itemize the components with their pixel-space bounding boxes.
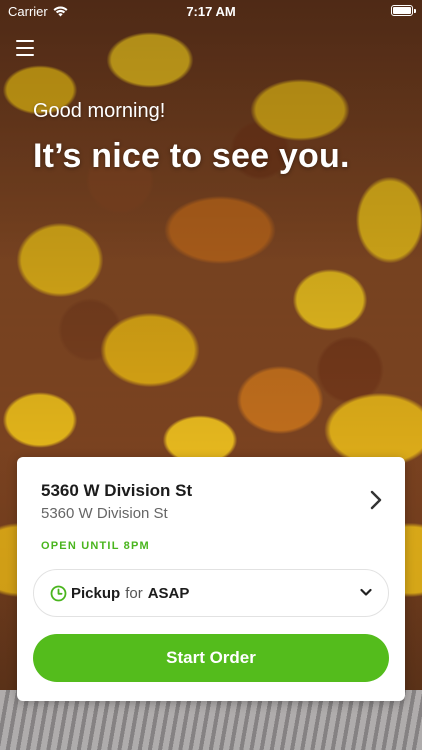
menu-line (16, 40, 34, 42)
pickup-time-selector[interactable]: Pickup for ASAP (33, 569, 389, 617)
battery-icon (391, 5, 416, 16)
location-card: 5360 W Division St 5360 W Division St OP… (17, 457, 405, 701)
start-order-button[interactable]: Start Order (33, 634, 389, 682)
store-hours-status: OPEN UNTIL 8PM (41, 540, 150, 552)
order-connector-label: for (125, 584, 143, 602)
chevron-right-icon[interactable] (369, 489, 383, 511)
battery-level (393, 7, 411, 14)
order-time-label: ASAP (147, 584, 190, 602)
status-bar: Carrier 7:17 AM (0, 0, 422, 22)
menu-line (16, 47, 34, 49)
greeting-text: Good morning! (33, 100, 166, 122)
store-name: 5360 W Division St (41, 481, 193, 500)
chevron-down-icon (360, 588, 372, 596)
status-time: 7:17 AM (186, 4, 236, 19)
welcome-headline: It’s nice to see you. (33, 137, 350, 175)
clock-icon (50, 585, 67, 601)
order-mode-label: Pickup (71, 584, 121, 602)
menu-line (16, 54, 34, 56)
hamburger-menu-icon[interactable] (16, 40, 34, 56)
store-address: 5360 W Division St (41, 505, 168, 522)
